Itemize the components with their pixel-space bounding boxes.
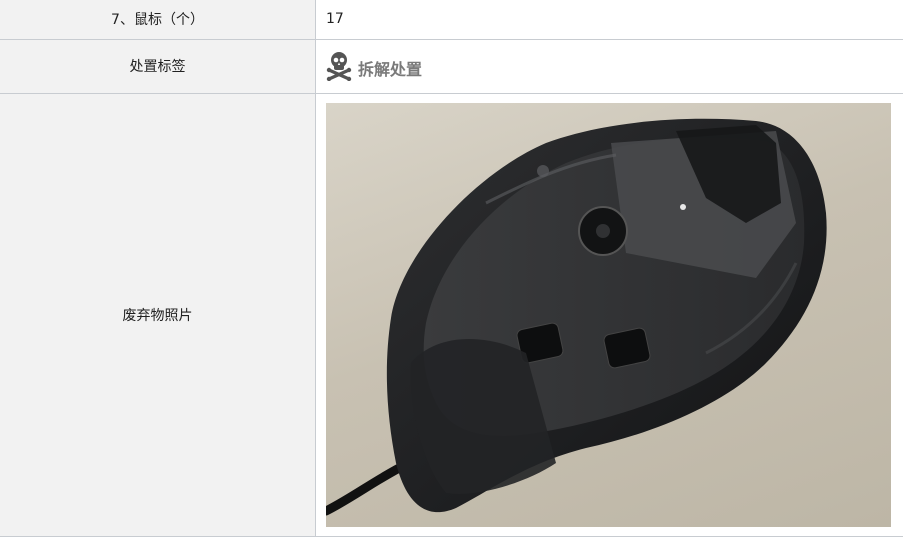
row-value-photo [315,92,903,537]
disposal-tag-label: 拆解处置 [358,60,423,79]
row-label-disposal: 处置标签 [0,38,316,94]
row-label-photo: 废弃物照片 [0,92,316,537]
mouse-underside-photo [326,118,827,515]
table-row: 7、鼠标（个） 17 [0,0,903,40]
skull-crossbones-icon [326,51,352,85]
row-label-quantity: 7、鼠标（个） [0,0,316,40]
waste-photo [326,102,891,527]
row-value-quantity: 17 [315,0,903,40]
disposal-tag: 拆解处置 [326,51,422,85]
table-row: 废弃物照片 [0,92,903,537]
table-row: 处置标签 拆解处置 [0,38,903,94]
row-value-disposal: 拆解处置 [315,38,903,94]
waste-info-table: 7、鼠标（个） 17 处置标签 拆解处置 废弃物照片 [0,0,903,537]
